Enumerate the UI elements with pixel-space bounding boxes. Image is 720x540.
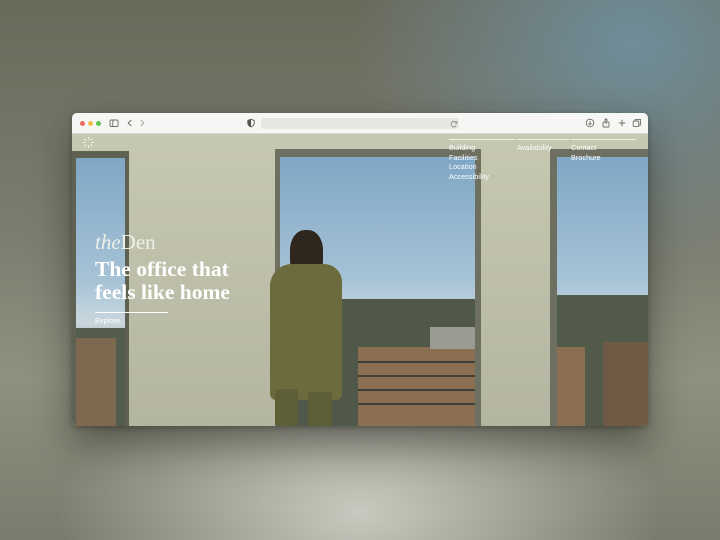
nav-link-accessibility[interactable]: Accessibility [449, 172, 489, 182]
nav-link-brochure[interactable]: Brochure [571, 153, 601, 163]
hero-title: The office that feels like home [95, 257, 230, 304]
share-icon[interactable] [601, 118, 611, 128]
nav-divider [449, 139, 515, 140]
close-window-button[interactable] [80, 121, 85, 126]
zoom-window-button[interactable] [96, 121, 101, 126]
nav-link-facilities[interactable]: Facilities [449, 153, 478, 163]
nav-divider [571, 139, 636, 140]
brand-name: Den [120, 230, 156, 254]
brand-prefix: the [95, 230, 121, 254]
reload-icon[interactable] [449, 119, 458, 128]
browser-window: Building Facilities Location Accessibili… [72, 113, 648, 426]
nav-link-location[interactable]: Location [449, 162, 477, 172]
address-bar[interactable] [261, 118, 459, 129]
sidebar-icon[interactable] [109, 118, 119, 128]
nav-link-availability[interactable]: Availability [517, 143, 552, 153]
plus-icon[interactable] [617, 118, 627, 128]
sun-icon[interactable] [83, 137, 94, 148]
shield-icon[interactable] [246, 118, 256, 128]
chevron-left-icon[interactable] [125, 118, 135, 128]
nav-link-building[interactable]: Building [449, 143, 475, 153]
tabs-icon[interactable] [632, 118, 642, 128]
nav-divider [517, 139, 569, 140]
explore-link[interactable]: Explore [95, 316, 120, 325]
nav-link-contact[interactable]: Contact [571, 143, 596, 153]
hero-divider [95, 312, 168, 313]
minimize-window-button[interactable] [88, 121, 93, 126]
download-icon[interactable] [585, 118, 595, 128]
brand-logo[interactable]: theDen [95, 231, 156, 253]
browser-toolbar [72, 113, 648, 134]
chevron-right-icon[interactable] [137, 118, 147, 128]
hero-section: Building Facilities Location Accessibili… [72, 134, 648, 426]
